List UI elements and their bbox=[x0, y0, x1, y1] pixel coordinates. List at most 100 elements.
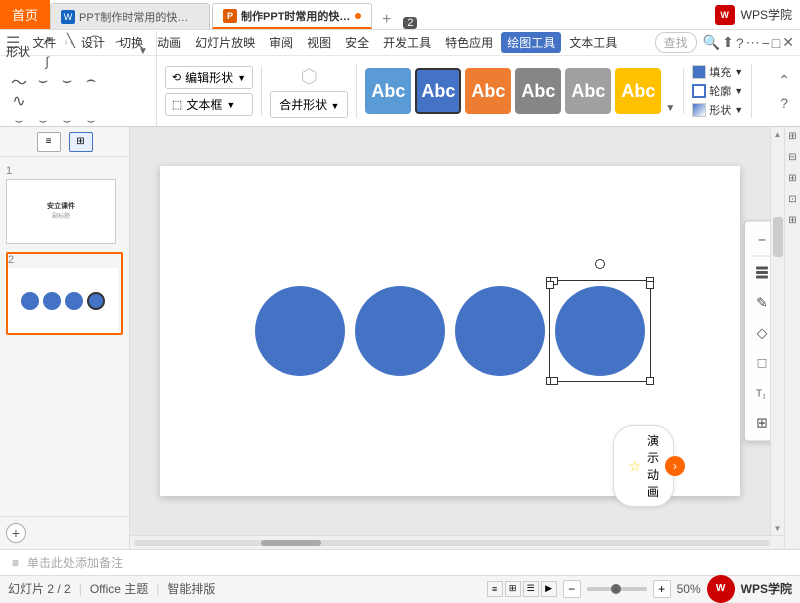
docx-icon: W bbox=[61, 10, 75, 24]
horizontal-scrollbar[interactable] bbox=[130, 535, 784, 549]
outline-label: 轮廓 bbox=[709, 83, 731, 99]
outline-dropdown[interactable]: ▼ bbox=[734, 86, 743, 96]
circle-1[interactable] bbox=[255, 286, 345, 376]
menu-drawing[interactable]: 绘图工具 bbox=[501, 32, 561, 53]
shape-effect-button[interactable]: 形状 ▼ bbox=[692, 102, 743, 118]
settings-icon[interactable]: ⋯ bbox=[746, 34, 760, 51]
merge-dropdown[interactable]: ▼ bbox=[330, 101, 339, 111]
minimize-icon[interactable]: − bbox=[762, 35, 770, 51]
abc-style-1[interactable]: Abc bbox=[365, 68, 411, 114]
rotate-handle[interactable] bbox=[595, 259, 605, 269]
circle-2[interactable] bbox=[355, 286, 445, 376]
right-icon-3[interactable]: ⊞ bbox=[788, 173, 796, 184]
abc-style-6[interactable]: Abc bbox=[615, 68, 661, 114]
outline-view-button[interactable]: ≡ bbox=[37, 132, 61, 152]
shape-squiggle2[interactable]: ⌣ bbox=[32, 72, 54, 90]
shape-line[interactable]: ╲ bbox=[60, 32, 82, 50]
handle-br[interactable] bbox=[646, 377, 654, 385]
textbox-dropdown[interactable]: ▼ bbox=[226, 100, 235, 110]
view-slideshow-button[interactable]: ▶ bbox=[541, 581, 557, 597]
add-slide-button[interactable]: + bbox=[6, 523, 26, 543]
shape-squiggle1[interactable]: 〜 bbox=[8, 72, 30, 90]
scroll-up-button[interactable]: ▲ bbox=[771, 127, 784, 141]
menu-slideshow[interactable]: 幻灯片放映 bbox=[189, 32, 261, 53]
shape-arc[interactable]: ⌢ bbox=[108, 32, 130, 50]
right-icon-4[interactable]: ⊡ bbox=[788, 194, 796, 205]
menu-review[interactable]: 审阅 bbox=[263, 32, 299, 53]
text-box-button[interactable]: ⬚ 文本框 ▼ bbox=[165, 93, 253, 116]
vertical-scrollbar[interactable]: ▲ ▼ bbox=[770, 127, 784, 535]
slide-item-1[interactable]: 1 安立课件 副标题 bbox=[6, 165, 123, 244]
tab-pptx[interactable]: P 制作PPT时常用的快捷技巧.pptx bbox=[212, 3, 372, 29]
right-icon-1[interactable]: ⊞ bbox=[788, 131, 796, 142]
zoom-slider[interactable] bbox=[587, 587, 647, 591]
abc-style-4[interactable]: Abc bbox=[515, 68, 561, 114]
svg-text:↕: ↕ bbox=[762, 392, 766, 401]
menu-security[interactable]: 安全 bbox=[339, 32, 375, 53]
effect-dropdown[interactable]: ▼ bbox=[734, 105, 743, 115]
pres-animation-expand[interactable]: › bbox=[665, 456, 685, 476]
handle-bm[interactable] bbox=[550, 377, 558, 385]
search-box[interactable]: 查找 bbox=[655, 32, 697, 53]
search-icon[interactable]: 🔍 bbox=[703, 34, 720, 51]
selection-box bbox=[549, 280, 651, 382]
h-scroll-thumb[interactable] bbox=[261, 540, 321, 546]
fill-button[interactable]: 填充 ▼ bbox=[692, 64, 743, 80]
add-tab-button[interactable]: + bbox=[374, 11, 399, 29]
help-icon[interactable]: ? bbox=[736, 35, 744, 51]
outline-button[interactable]: 轮廓 ▼ bbox=[692, 83, 743, 99]
shape-squiggle4[interactable]: ⌢ bbox=[80, 72, 102, 90]
note-bar[interactable]: ≡ 单击此处添加备注 bbox=[0, 549, 800, 575]
pres-animation-button[interactable]: ☆ 演示动画 › bbox=[613, 425, 674, 507]
thumbnail-view-button[interactable]: ⊞ bbox=[69, 132, 93, 152]
shape-dropdown[interactable]: ▼ bbox=[138, 46, 148, 57]
ai-label[interactable]: 智能排版 bbox=[167, 580, 215, 597]
help-ribbon-icon[interactable]: ? bbox=[780, 95, 788, 111]
edit-shape-icon: ⟲ bbox=[172, 71, 181, 84]
slide-list: 1 安立课件 副标题 2 bbox=[0, 157, 129, 516]
pres-animation-label: 演示动画 bbox=[647, 432, 659, 500]
circle-3[interactable] bbox=[455, 286, 545, 376]
edit-shape-button[interactable]: ⟲ 编辑形状 ▼ bbox=[165, 66, 253, 89]
abc-dropdown[interactable]: ▼ bbox=[665, 103, 675, 114]
scroll-down-button[interactable]: ▼ bbox=[771, 521, 784, 535]
titlebar: 首页 W PPT制作时常用的快捷技巧.docx P 制作PPT时常用的快捷技巧.… bbox=[0, 0, 800, 30]
right-icon-2[interactable]: ⊟ bbox=[788, 152, 796, 163]
zoom-minus-button[interactable]: − bbox=[563, 580, 581, 598]
abc-style-3[interactable]: Abc bbox=[465, 68, 511, 114]
note-placeholder[interactable]: 单击此处添加备注 bbox=[27, 554, 123, 571]
shape-squiggle3[interactable]: ⌣ bbox=[56, 72, 78, 90]
textbox-icon: ⬚ bbox=[172, 98, 182, 111]
shape-curve[interactable]: ⌒ bbox=[84, 32, 106, 50]
menu-dev[interactable]: 开发工具 bbox=[377, 32, 437, 53]
edit-shape-dropdown[interactable]: ▼ bbox=[237, 73, 246, 83]
zoom-thumb[interactable] bbox=[611, 584, 621, 594]
wps-academy-label[interactable]: WPS学院 bbox=[741, 6, 792, 23]
shape-arrow-right[interactable]: ↗ bbox=[36, 32, 58, 50]
shape-freeform[interactable]: ∫ bbox=[36, 52, 58, 70]
tab-docx[interactable]: W PPT制作时常用的快捷技巧.docx bbox=[50, 3, 210, 29]
slide-item-2[interactable]: 2 bbox=[6, 252, 123, 335]
handle-mr[interactable] bbox=[646, 281, 654, 289]
view-outline-button[interactable]: ☰ bbox=[523, 581, 539, 597]
shape-squiggle5[interactable]: ∿ bbox=[8, 92, 30, 110]
home-button[interactable]: 首页 bbox=[0, 0, 50, 29]
fill-dropdown[interactable]: ▼ bbox=[734, 67, 743, 77]
maximize-icon[interactable]: □ bbox=[772, 35, 780, 51]
view-grid-button[interactable]: ⊞ bbox=[505, 581, 521, 597]
handle-ml[interactable] bbox=[546, 281, 554, 289]
right-icon-5[interactable]: ⊞ bbox=[788, 215, 796, 226]
share-icon[interactable]: ⬆ bbox=[722, 34, 734, 51]
abc-style-2[interactable]: Abc bbox=[415, 68, 461, 114]
zoom-plus-button[interactable]: + bbox=[653, 580, 671, 598]
menu-special[interactable]: 特色应用 bbox=[439, 32, 499, 53]
collapse-ribbon-icon[interactable]: ⌃ bbox=[778, 72, 790, 89]
menu-text[interactable]: 文本工具 bbox=[563, 32, 623, 53]
close-icon[interactable]: ✕ bbox=[782, 34, 794, 51]
fill-section: 填充 ▼ 轮廓 ▼ 形状 ▼ bbox=[692, 64, 752, 118]
merge-shapes-button[interactable]: 合并形状 ▼ bbox=[270, 91, 348, 118]
menu-view[interactable]: 视图 bbox=[301, 32, 337, 53]
view-normal-button[interactable]: ≡ bbox=[487, 581, 503, 597]
scroll-thumb[interactable] bbox=[773, 217, 783, 257]
abc-style-5[interactable]: Abc bbox=[565, 68, 611, 114]
